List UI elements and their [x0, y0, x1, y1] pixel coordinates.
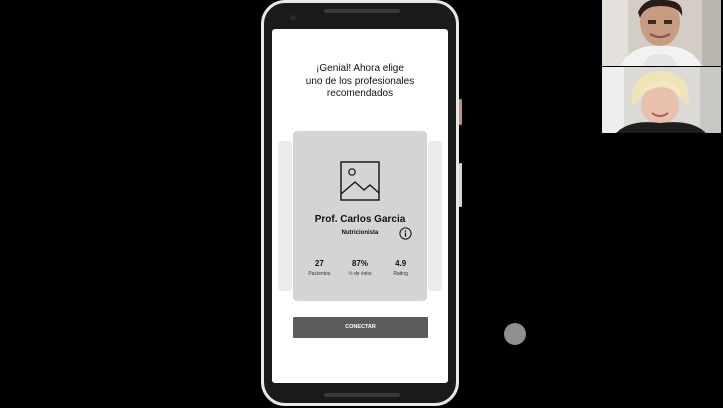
phone-bottom-bar [324, 393, 400, 397]
professional-card[interactable]: Prof. Carlos Garcia Nutricionista 27 Pac… [293, 131, 427, 301]
image-placeholder-icon [340, 161, 380, 201]
page-title: ¡Genial! Ahora elige uno de los profesio… [272, 63, 448, 101]
phone-speaker [324, 9, 400, 13]
phone-power-button [459, 99, 462, 125]
connect-button[interactable]: CONECTAR [293, 317, 428, 338]
stat-label: Rating [393, 271, 408, 277]
pointer-indicator [504, 323, 526, 345]
phone-volume-button [459, 163, 462, 207]
stat-rating: 4.9 Rating [381, 259, 421, 277]
stat-label: ½ de éxito [348, 271, 372, 277]
next-card-peek[interactable] [428, 141, 442, 291]
phone-camera [290, 15, 296, 21]
stat-value: 27 [314, 259, 324, 268]
stat-value: 4.9 [395, 259, 407, 268]
participant-video-1[interactable] [602, 0, 721, 66]
professional-stats: 27 Pacientes 87% ½ de éxito 4.9 Rating [293, 259, 427, 277]
participant-1-avatar [602, 0, 721, 66]
app-screen: ¡Genial! Ahora elige uno de los profesio… [272, 29, 448, 383]
participant-2-avatar [602, 67, 721, 133]
page-title-line: uno de los profesionales [305, 75, 415, 87]
meeting-stage: ¡Genial! Ahora elige uno de los profesio… [0, 0, 723, 408]
professional-name: Prof. Carlos Garcia [314, 214, 406, 225]
stat-patients: 27 Pacientes [299, 259, 339, 277]
page-title-line: recomendados [326, 88, 394, 99]
page-title-line: ¡Genial! Ahora elige [316, 63, 404, 74]
stat-label: Pacientes [308, 271, 331, 277]
phone-mockup: ¡Genial! Ahora elige uno de los profesio… [261, 0, 462, 406]
stat-success: 87% ½ de éxito [340, 259, 380, 277]
previous-card-peek[interactable] [278, 141, 292, 291]
participant-video-2[interactable] [602, 67, 721, 133]
stat-value: 87% [351, 259, 368, 268]
info-icon[interactable] [399, 227, 412, 240]
